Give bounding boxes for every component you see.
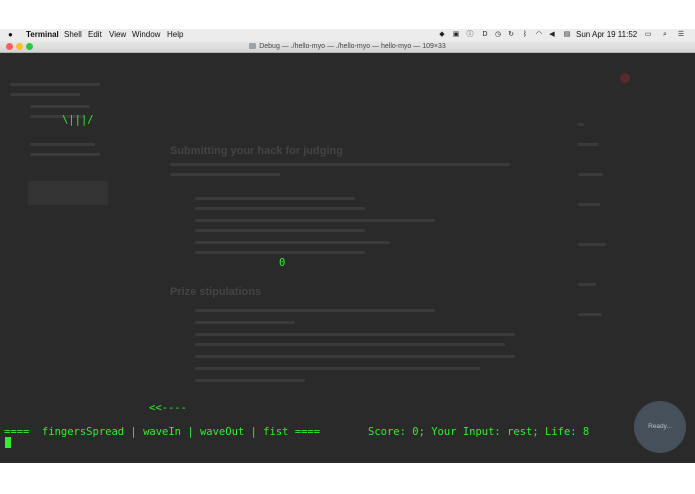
- window-titlebar[interactable]: Debug — ./hello-myo — ./hello-myo — hell…: [0, 41, 695, 53]
- window-title: Debug — ./hello-myo — ./hello-myo — hell…: [0, 42, 695, 51]
- ghost-line: [195, 367, 480, 370]
- dropbox-icon[interactable]: ◆: [438, 31, 446, 39]
- ghost-line: [195, 379, 305, 382]
- ghost-line: [578, 243, 606, 246]
- menu-window[interactable]: Window: [132, 30, 160, 40]
- ghost-line: [195, 207, 365, 210]
- ghost-line: [170, 163, 510, 166]
- ready-label: Ready...: [648, 423, 672, 430]
- ghost-avatar: [620, 73, 630, 83]
- volume-icon[interactable]: ◀: [548, 31, 556, 39]
- search-icon[interactable]: ⌕: [661, 31, 669, 39]
- bluetooth-icon[interactable]: ᛒ: [521, 31, 529, 39]
- info-icon[interactable]: ⓘ: [466, 31, 474, 39]
- menubar-clock[interactable]: Sun Apr 19 11:52: [576, 30, 637, 40]
- menu-help[interactable]: Help: [167, 30, 183, 40]
- ghost-block: [28, 181, 108, 205]
- menu-edit[interactable]: Edit: [88, 30, 102, 40]
- wifi-icon[interactable]: ◠: [535, 31, 543, 39]
- ghost-line: [170, 173, 280, 176]
- ghost-line: [10, 83, 100, 86]
- ghost-line: [578, 173, 603, 176]
- terminal-cursor: [5, 437, 11, 448]
- menu-shell[interactable]: Shell: [64, 30, 82, 40]
- menu-view[interactable]: View: [109, 30, 126, 40]
- terminal-window: Debug — ./hello-myo — ./hello-myo — hell…: [0, 41, 695, 463]
- ghost-line: [578, 313, 602, 316]
- ghost-line: [195, 197, 355, 200]
- refresh-icon[interactable]: ↻: [507, 31, 515, 39]
- ghost-line: [195, 333, 515, 336]
- ghost-heading-1: Submitting your hack for judging: [170, 145, 343, 157]
- ghost-line: [195, 229, 365, 232]
- menu-app-name[interactable]: Terminal: [26, 30, 59, 40]
- ghost-line: [195, 241, 390, 244]
- ready-badge[interactable]: Ready...: [634, 401, 686, 453]
- folder-icon: [249, 43, 257, 50]
- ghost-heading-2: Prize stipulations: [170, 286, 262, 298]
- background-page-ghost: Submitting your hack for judging Prize s…: [0, 53, 695, 463]
- tray-icon[interactable]: ▣: [452, 31, 460, 39]
- ghost-line: [195, 251, 365, 254]
- clock-icon[interactable]: ◷: [494, 31, 502, 39]
- ghost-line: [578, 123, 584, 126]
- ghost-line: [195, 321, 295, 324]
- apple-menu-icon[interactable]: ●: [8, 30, 13, 40]
- ghost-line: [195, 343, 505, 346]
- battery-icon[interactable]: ▭: [643, 31, 653, 39]
- myo-art: \|||/: [62, 114, 94, 126]
- gesture-bar: ==== fingersSpread | waveIn | waveOut | …: [4, 426, 321, 438]
- falling-zero: 0: [279, 257, 286, 269]
- flag-icon[interactable]: ▤: [563, 31, 571, 39]
- ghost-line: [30, 143, 95, 146]
- ghost-line: [195, 219, 435, 222]
- ghost-line: [578, 203, 600, 206]
- ghost-line: [30, 153, 100, 156]
- bottom-margin: [0, 463, 695, 494]
- ghost-line: [578, 283, 596, 286]
- ghost-line: [10, 93, 80, 96]
- ghost-line: [195, 355, 515, 358]
- status-line: Score: 0; Your Input: rest; Life: 8: [368, 426, 590, 438]
- ghost-line: [195, 309, 435, 312]
- ghost-line: [578, 143, 598, 146]
- list-icon[interactable]: ☰: [677, 31, 685, 39]
- d-icon[interactable]: D: [481, 31, 489, 39]
- ghost-line: [30, 105, 90, 108]
- arrow-indicator: <<----: [149, 402, 187, 414]
